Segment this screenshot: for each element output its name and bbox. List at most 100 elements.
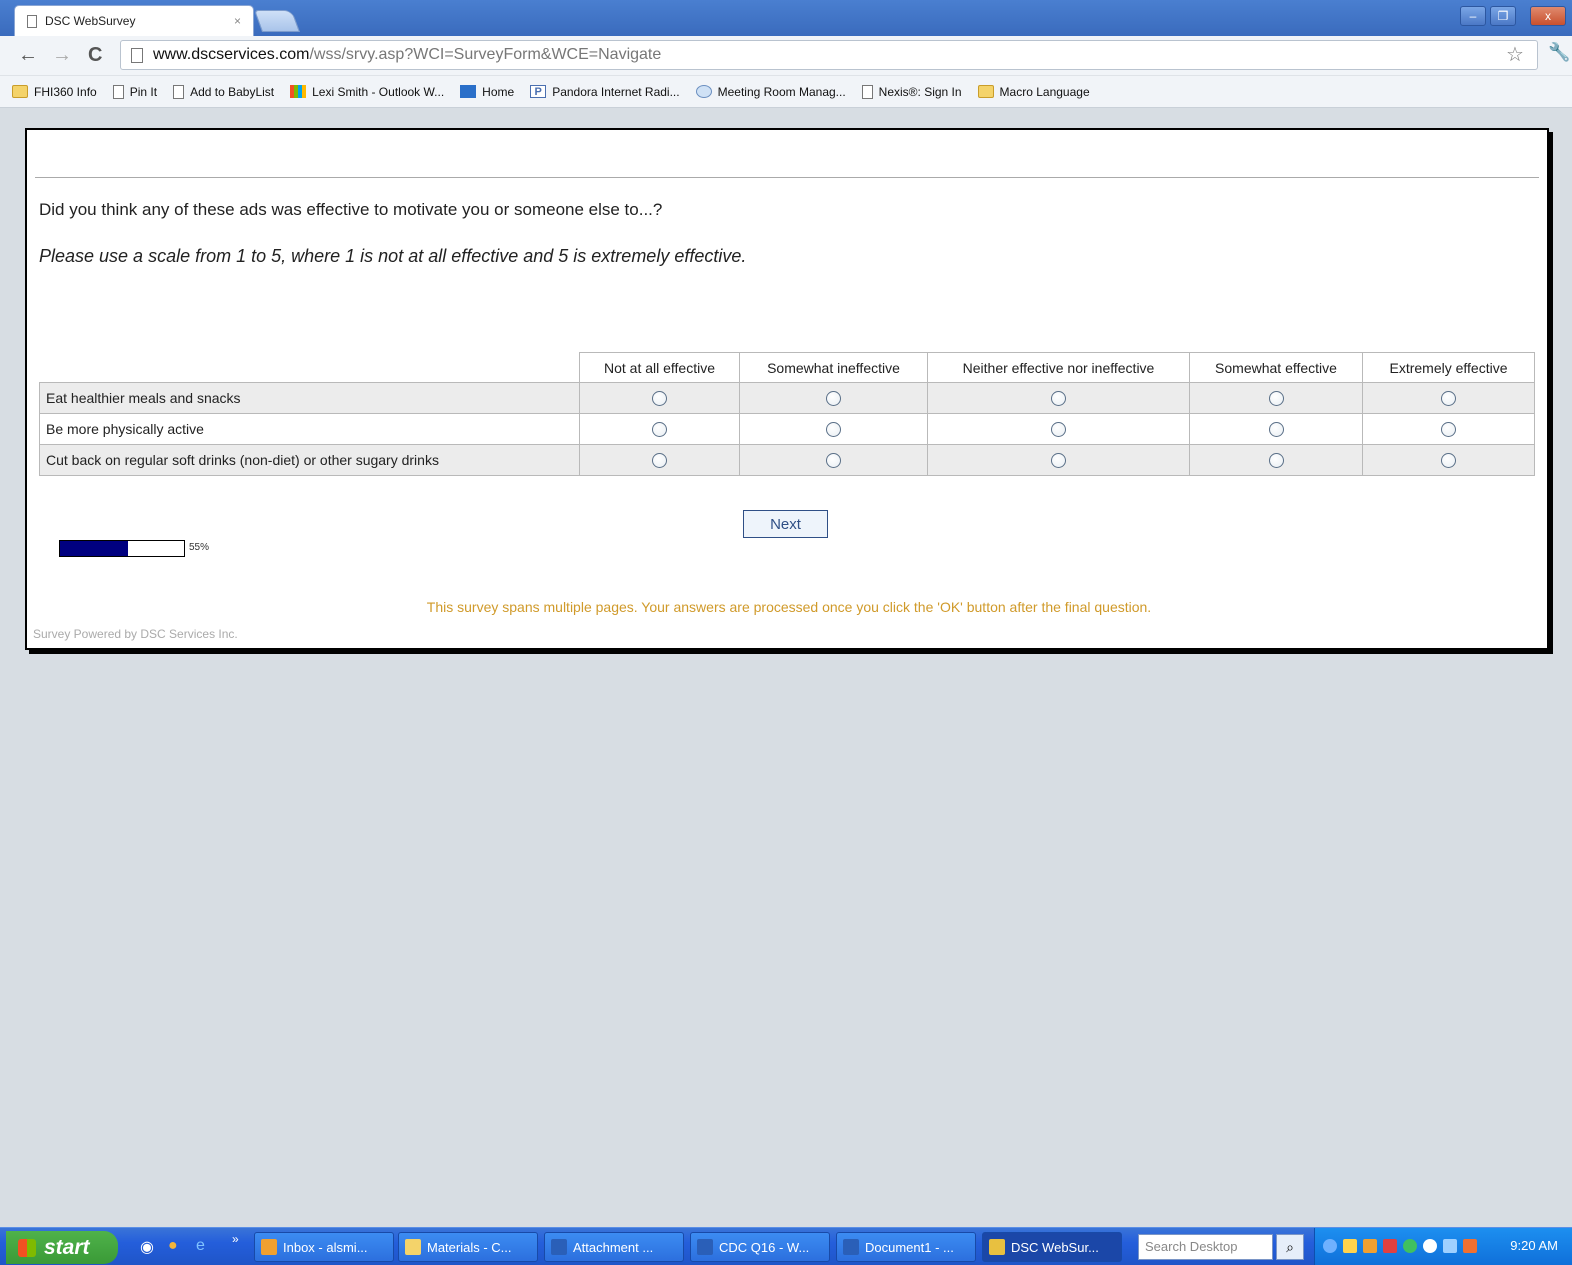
start-button[interactable]: start [6, 1231, 118, 1264]
start-label: start [44, 1235, 90, 1259]
bookmark-item[interactable]: Lexi Smith - Outlook W... [290, 85, 444, 99]
rating-radio[interactable] [652, 453, 667, 469]
column-header: Neither effective nor ineffective [927, 352, 1190, 383]
close-window-button[interactable]: x [1530, 6, 1566, 26]
multi-page-note: This survey spans multiple pages. Your a… [426, 599, 1152, 615]
bookmark-item[interactable]: Home [460, 85, 514, 99]
tab-title: DSC WebSurvey [45, 14, 136, 28]
rating-cell [927, 413, 1190, 445]
taskbar-window-label: CDC Q16 - W... [719, 1239, 810, 1255]
taskbar-window-button[interactable]: Document1 - ... [836, 1232, 976, 1262]
minimize-button[interactable]: – [1460, 6, 1486, 26]
bookmark-item[interactable]: P Pandora Internet Radi... [530, 85, 680, 99]
bookmark-item[interactable]: Add to BabyList [173, 84, 274, 99]
rating-radio[interactable] [1268, 422, 1284, 438]
wrench-icon[interactable]: 🔧 [1548, 42, 1570, 63]
rating-cell [927, 444, 1190, 476]
page-icon [112, 84, 124, 99]
new-tab-button[interactable] [253, 10, 301, 32]
rating-radio[interactable] [1051, 422, 1066, 438]
rating-cell [739, 444, 928, 476]
taskbar-window-button[interactable]: CDC Q16 - W... [690, 1232, 830, 1262]
search-icon[interactable]: ⌕ [1276, 1234, 1304, 1260]
taskbar-window-button[interactable]: DSC WebSur... [982, 1232, 1122, 1262]
system-tray: 9:20 AM [1314, 1228, 1572, 1265]
bookmark-item[interactable]: Meeting Room Manag... [695, 85, 846, 99]
rating-radio[interactable] [1268, 453, 1284, 469]
page-icon [861, 84, 873, 99]
page-icon [27, 14, 37, 28]
app-icon [989, 1239, 1005, 1255]
quicklaunch-ie-icon[interactable]: e [196, 1237, 205, 1255]
tray-search-icon[interactable] [1423, 1239, 1437, 1253]
tray-mail-icon[interactable] [1343, 1239, 1357, 1253]
divider [35, 177, 1539, 178]
quicklaunch-browser-icon[interactable]: ◉ [140, 1237, 154, 1257]
matrix-row: Cut back on regular soft drinks (non-die… [39, 444, 1535, 476]
bookmarks-bar: FHI360 Info Pin It Add to BabyList Lexi Smi… [0, 76, 1572, 108]
page-icon [173, 84, 185, 99]
bookmark-label: Macro Language [999, 84, 1090, 99]
row-label: Be more physically active [39, 413, 580, 445]
url-path: /wss/srvy.asp?WCI=SurveyForm&WCE=Navigat… [309, 46, 662, 63]
tray-arrow-icon[interactable] [1323, 1239, 1337, 1253]
bookmark-label: Home [482, 84, 515, 99]
rating-cell [1189, 382, 1363, 414]
column-header: Not at all effective [579, 352, 740, 383]
rating-radio[interactable] [1441, 453, 1456, 469]
tray-network-icon[interactable] [1403, 1239, 1417, 1253]
column-header: Extremely effective [1362, 352, 1535, 383]
powered-by-text: Survey Powered by DSC Services Inc. [33, 627, 238, 641]
rating-cell [579, 382, 740, 414]
rating-radio[interactable] [1051, 391, 1066, 407]
bookmark-item[interactable]: Nexis®: Sign In [861, 84, 962, 99]
back-arrow-icon[interactable]: ← [18, 44, 38, 67]
bookmark-item[interactable]: Pin It [112, 84, 157, 99]
app-icon [261, 1239, 277, 1255]
rating-cell [1362, 382, 1535, 414]
bookmark-label: Lexi Smith - Outlook W... [312, 84, 445, 99]
tab-close-icon[interactable]: × [234, 14, 241, 28]
bookmark-star-icon[interactable]: ☆ [1506, 42, 1524, 67]
rating-radio[interactable] [652, 391, 667, 407]
taskbar-window-label: DSC WebSur... [1011, 1239, 1099, 1255]
rating-cell [1362, 444, 1535, 476]
taskbar-window-label: Attachment ... [573, 1239, 654, 1255]
browser-title-bar: DSC WebSurvey × – ❐ x [0, 0, 1572, 36]
reload-icon[interactable]: C [88, 44, 102, 67]
rating-radio[interactable] [1441, 391, 1456, 407]
bookmark-label: Nexis®: Sign In [878, 84, 962, 99]
forward-arrow-icon[interactable]: → [52, 44, 72, 67]
tray-pdf-icon[interactable] [1383, 1239, 1397, 1253]
tray-bluetooth-icon[interactable] [1443, 1239, 1457, 1253]
taskbar-window-button[interactable]: Materials - C... [398, 1232, 538, 1262]
column-header: Somewhat effective [1189, 352, 1363, 383]
rating-radio[interactable] [1051, 453, 1066, 469]
app-icon [843, 1239, 859, 1255]
rating-radio[interactable] [826, 422, 841, 438]
tray-outlook-icon[interactable] [1363, 1239, 1377, 1253]
taskbar-window-button[interactable]: Attachment ... [544, 1232, 684, 1262]
instruction-text: Please use a scale from 1 to 5, where 1 … [39, 246, 747, 266]
rating-radio[interactable] [1268, 391, 1284, 407]
next-button[interactable]: Next [743, 510, 828, 538]
rating-radio[interactable] [1441, 422, 1456, 438]
row-label: Cut back on regular soft drinks (non-die… [39, 444, 580, 476]
desktop-search-input[interactable]: Search Desktop [1138, 1234, 1273, 1260]
rating-radio[interactable] [652, 422, 667, 438]
rating-radio[interactable] [826, 453, 841, 469]
app-icon [697, 1239, 713, 1255]
quicklaunch-chrome-icon[interactable]: ● [168, 1237, 178, 1255]
page-icon [131, 47, 143, 63]
app-icon [551, 1239, 567, 1255]
taskbar-window-button[interactable]: Inbox - alsmi... [254, 1232, 394, 1262]
bookmark-item[interactable]: Macro Language [977, 84, 1090, 99]
address-bar[interactable]: www.dscservices.com /wss/srvy.asp?WCI=Su… [120, 40, 1538, 70]
rating-radio[interactable] [826, 391, 841, 407]
tab-dsc-websurvey[interactable]: DSC WebSurvey × [14, 5, 254, 36]
row-label: Eat healthier meals and snacks [39, 382, 580, 414]
tray-volume-icon[interactable] [1463, 1239, 1477, 1253]
bookmark-item[interactable]: FHI360 Info [12, 85, 97, 99]
maximize-button[interactable]: ❐ [1490, 6, 1516, 26]
quicklaunch-more-icon[interactable]: » [232, 1232, 239, 1246]
